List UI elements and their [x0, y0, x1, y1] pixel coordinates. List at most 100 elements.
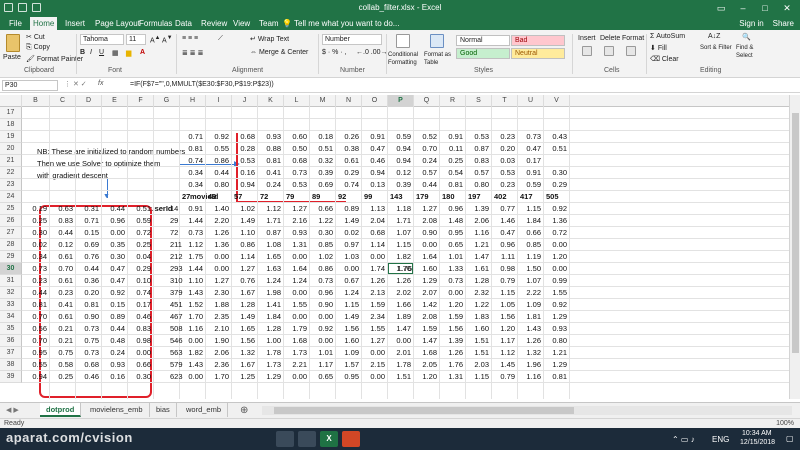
row-header-38[interactable]: 38	[0, 359, 22, 371]
prediction-cell[interactable]: 1.88	[206, 299, 232, 311]
user-factor-cell[interactable]: 0.70	[22, 335, 50, 347]
prediction-cell[interactable]: 1.28	[466, 275, 492, 287]
prediction-cell[interactable]: 1.76	[388, 263, 414, 275]
prediction-cell[interactable]: 0.00	[310, 335, 336, 347]
column-header-j[interactable]: J	[232, 95, 258, 107]
prediction-cell[interactable]: 2.03	[466, 359, 492, 371]
tell-me-box[interactable]: 💡 Tell me what you want to do...	[282, 17, 399, 30]
movie-factor-cell[interactable]: 0.20	[492, 143, 518, 155]
row-header-20[interactable]: 20	[0, 143, 22, 155]
row-header-33[interactable]: 33	[0, 299, 22, 311]
column-header-e[interactable]: E	[102, 95, 128, 107]
prediction-cell[interactable]: 1.41	[258, 299, 284, 311]
movie-factor-cell[interactable]: 0.86	[206, 155, 232, 167]
column-header-h[interactable]: H	[180, 95, 206, 107]
prediction-cell[interactable]: 1.56	[440, 323, 466, 335]
user-factor-cell[interactable]: 0.93	[102, 359, 128, 371]
movie-factor-cell[interactable]: 0.94	[362, 167, 388, 179]
prediction-cell[interactable]: 1.42	[414, 299, 440, 311]
number-format-select[interactable]: Number	[322, 34, 382, 45]
user-factor-cell[interactable]: 0.31	[76, 203, 102, 215]
delete-cells-button[interactable]: Delete	[600, 35, 620, 42]
prediction-cell[interactable]: 1.59	[414, 323, 440, 335]
prediction-cell[interactable]: 1.78	[258, 347, 284, 359]
prediction-cell[interactable]: 0.65	[310, 371, 336, 383]
prediction-cell[interactable]: 1.55	[284, 299, 310, 311]
user-factor-cell[interactable]: 0.55	[22, 359, 50, 371]
prediction-cell[interactable]: 1.70	[206, 371, 232, 383]
row-header-18[interactable]: 18	[0, 119, 22, 131]
prediction-cell[interactable]: 1.47	[466, 251, 492, 263]
prediction-cell[interactable]: 2.30	[206, 287, 232, 299]
prediction-cell[interactable]: 1.39	[440, 335, 466, 347]
movie-factor-cell[interactable]: 0.46	[362, 155, 388, 167]
prediction-cell[interactable]: 1.22	[310, 215, 336, 227]
prediction-cell[interactable]: 1.31	[284, 239, 310, 251]
user-factor-cell[interactable]: 0.29	[128, 263, 154, 275]
prediction-cell[interactable]: 1.28	[258, 323, 284, 335]
prediction-cell[interactable]: 1.26	[388, 275, 414, 287]
prediction-cell[interactable]: 1.15	[518, 203, 544, 215]
prediction-cell[interactable]: 1.79	[284, 323, 310, 335]
prediction-cell[interactable]: 2.20	[206, 215, 232, 227]
prediction-cell[interactable]: 2.13	[362, 287, 388, 299]
movie-id-cell[interactable]: 197	[466, 191, 492, 203]
format-as-table-button[interactable]: Format as Table	[424, 51, 452, 67]
paste-button[interactable]: Paste	[3, 54, 21, 61]
movie-factor-cell[interactable]: 0.94	[232, 179, 258, 191]
movie-factor-cell[interactable]: 0.94	[388, 143, 414, 155]
movie-factor-cell[interactable]: 0.47	[518, 143, 544, 155]
user-factor-cell[interactable]: 0.25	[50, 371, 76, 383]
movie-factor-cell[interactable]: 0.17	[518, 155, 544, 167]
orientation-icon[interactable]: ⟋	[218, 35, 223, 43]
prediction-cell[interactable]: 1.78	[388, 359, 414, 371]
prediction-cell[interactable]: 1.15	[466, 371, 492, 383]
systray-icons[interactable]: ⌃ ▭ ♪	[672, 435, 695, 444]
prediction-cell[interactable]: 2.06	[206, 347, 232, 359]
prediction-cell[interactable]: 0.93	[284, 227, 310, 239]
find-select-button[interactable]: Find & Select	[736, 44, 768, 60]
prediction-cell[interactable]: 1.00	[258, 335, 284, 347]
prediction-cell[interactable]: 2.08	[414, 215, 440, 227]
user-factor-cell[interactable]: 0.44	[22, 287, 50, 299]
prediction-cell[interactable]: 2.04	[362, 215, 388, 227]
column-header-k[interactable]: K	[258, 95, 284, 107]
sheet-tab-movielens-emb[interactable]: movielens_emb	[84, 403, 150, 417]
prediction-cell[interactable]: 0.00	[206, 263, 232, 275]
column-header-m[interactable]: M	[310, 95, 336, 107]
prediction-cell[interactable]: 1.65	[232, 323, 258, 335]
row-header-27[interactable]: 27	[0, 227, 22, 239]
row-header-24[interactable]: 24	[0, 191, 22, 203]
prediction-cell[interactable]: 0.72	[544, 227, 570, 239]
prediction-cell[interactable]: 1.24	[284, 275, 310, 287]
column-header-i[interactable]: I	[206, 95, 232, 107]
horizontal-scrollbar[interactable]	[262, 406, 792, 415]
column-header-l[interactable]: L	[284, 95, 310, 107]
prediction-cell[interactable]: 1.29	[544, 311, 570, 323]
prediction-cell[interactable]: 1.40	[206, 203, 232, 215]
prediction-cell[interactable]: 1.74	[362, 263, 388, 275]
user-factor-cell[interactable]: 0.20	[76, 287, 102, 299]
prediction-cell[interactable]: 2.35	[206, 311, 232, 323]
prediction-cell[interactable]: 1.70	[180, 311, 206, 323]
prediction-cell[interactable]: 0.92	[310, 323, 336, 335]
prediction-cell[interactable]: 0.86	[232, 239, 258, 251]
prediction-cell[interactable]: 1.03	[336, 251, 362, 263]
movie-id-cell[interactable]: 417	[518, 191, 544, 203]
tab-file[interactable]: File	[6, 17, 25, 30]
fill-color-icon[interactable]: ▆	[126, 49, 131, 57]
prediction-cell[interactable]: 1.20	[544, 251, 570, 263]
movie-factor-cell[interactable]: 0.91	[362, 131, 388, 143]
prediction-cell[interactable]: 1.73	[284, 347, 310, 359]
format-painter-button[interactable]: 🖌 Format Painter	[26, 55, 83, 63]
prediction-cell[interactable]: 1.46	[492, 215, 518, 227]
row-header-34[interactable]: 34	[0, 311, 22, 323]
movie-factor-cell[interactable]: 0.03	[492, 155, 518, 167]
row-header-29[interactable]: 29	[0, 251, 22, 263]
movie-factor-cell[interactable]: 0.94	[388, 155, 414, 167]
prediction-cell[interactable]: 1.55	[362, 323, 388, 335]
movie-factor-cell[interactable]: 0.32	[310, 155, 336, 167]
prediction-cell[interactable]: 1.82	[388, 251, 414, 263]
row-header-30[interactable]: 30	[0, 263, 22, 275]
prediction-cell[interactable]: 1.66	[388, 299, 414, 311]
